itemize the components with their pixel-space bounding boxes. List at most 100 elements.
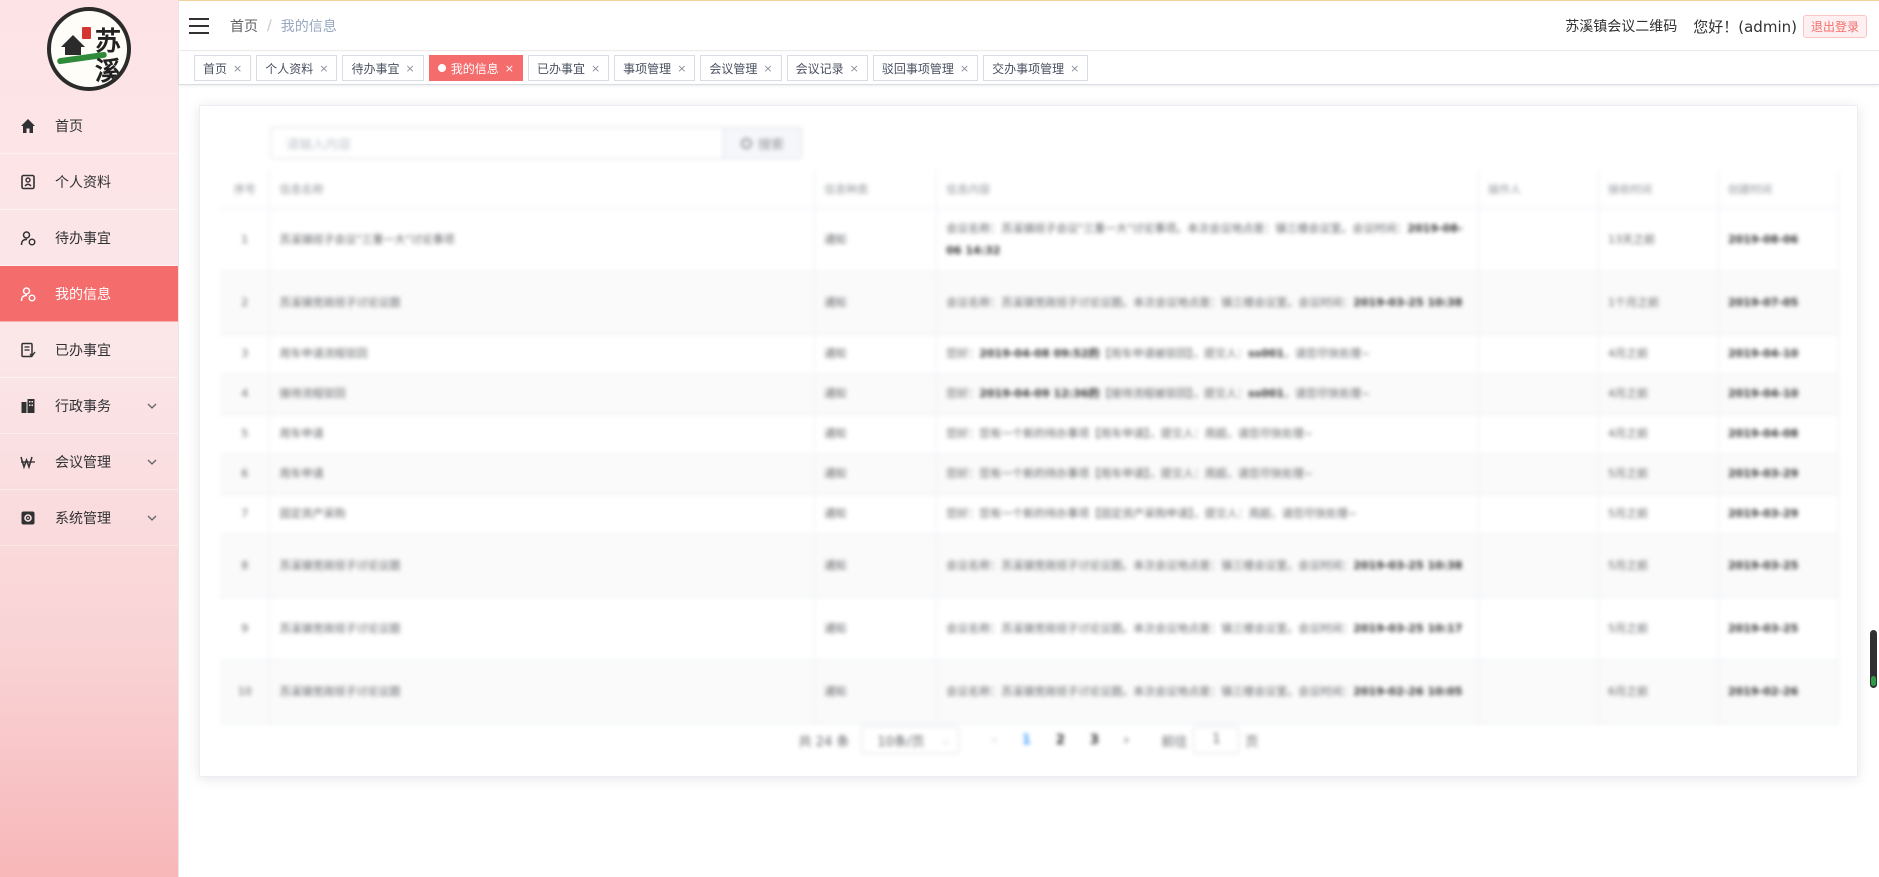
search-input[interactable]: 请输入内容 [270, 127, 724, 159]
next-page-button[interactable]: › [1111, 733, 1141, 748]
sidebar-item-home[interactable]: 首页 [0, 98, 178, 154]
column-header: 信息名称 [269, 170, 816, 209]
page-size-select[interactable]: 10条/页 ⌄ [861, 726, 960, 754]
close-icon[interactable]: × [591, 62, 600, 75]
tag-todo[interactable]: 待办事宜 × [342, 55, 424, 81]
content-text: ，请您尽快处理~ [1284, 347, 1371, 360]
sidebar-item-label: 个人资料 [55, 174, 111, 191]
tag-profile[interactable]: 个人资料 × [256, 55, 338, 81]
sidebar-item-todo[interactable]: 待办事宜 [0, 210, 178, 266]
content-highlight: ss001 [1247, 387, 1285, 400]
table-row[interactable]: 7 固定资产采购 通知 您好：您有一个新的待办事项【固定资产采购申请】，提交人：… [220, 494, 1840, 535]
close-icon[interactable]: × [1070, 62, 1079, 75]
tag-home[interactable]: 首页 × [194, 55, 252, 81]
cell-received: 5月之前 [1598, 494, 1719, 535]
close-icon[interactable]: × [319, 62, 328, 75]
content-text: 您好： [946, 347, 980, 360]
cell-received: 4月之前 [1598, 374, 1719, 415]
close-icon[interactable]: × [763, 62, 772, 75]
page-number[interactable]: 3 [1079, 733, 1109, 748]
cell-created: 2019-02-26 [1718, 660, 1840, 724]
chevron-down-icon [147, 515, 157, 521]
chevron-down-icon [147, 403, 157, 409]
tag-rejected-items[interactable]: 驳回事项管理 × [872, 55, 979, 81]
jump-suffix: 页 [1245, 734, 1259, 750]
cell-created: 2019-03-25 [1718, 597, 1840, 661]
tag-meeting-management[interactable]: 会议管理 × [700, 55, 782, 81]
search-button-label: 搜索 [757, 137, 784, 153]
tag-label: 会议记录 [795, 61, 844, 76]
content-text: 会议名称：苏溪镇党政班子讨论议题。本次会议地点是：镇三楼会议室。会议时间： [946, 295, 1354, 309]
cell-operator [1478, 597, 1600, 661]
tag-label: 事项管理 [623, 61, 672, 76]
hamburger-menu-icon[interactable] [189, 17, 211, 34]
content-highlight: 2019-04-09 12:36的 [979, 387, 1100, 400]
close-icon[interactable]: × [233, 62, 242, 75]
sidebar-item-my-messages[interactable]: 我的信息 [0, 266, 178, 322]
cell-content: 会议名称：苏溪镇党政班子讨论议题。本次会议地点是：镇三楼会议室。会议时间：201… [936, 660, 1480, 724]
cell-operator [1478, 374, 1600, 415]
search-bar: 请输入内容 搜索 [270, 127, 802, 159]
sidebar-item-meeting-management[interactable]: 会议管理 [0, 434, 178, 490]
cell-created: 2019-04-08 [1718, 414, 1840, 455]
cell-created: 2019-03-29 [1718, 454, 1840, 495]
cell-content: 您好：您有一个新的待办事项【固定资产采购申请】，提交人：周超，请您尽快处理~ [936, 494, 1480, 535]
logout-button[interactable]: 退出登录 [1802, 14, 1867, 38]
breadcrumb-separator: / [267, 17, 272, 34]
cell-name: 苏溪镇党政班子讨论议题 [269, 660, 816, 724]
tag-label: 交办事项管理 [992, 61, 1065, 76]
created-date: 2019-03-29 [1727, 467, 1799, 480]
table-row[interactable]: 4 接待流程驳回 通知 您好：2019-04-09 12:36的【接待流程被驳回… [220, 374, 1840, 415]
breadcrumb-current: 我的信息 [280, 18, 337, 35]
table-row[interactable]: 2 苏溪镇党政班子讨论议题 通知 会议名称：苏溪镇党政班子讨论议题。本次会议地点… [220, 271, 1840, 335]
meeting-qr-code-link[interactable]: 苏溪镇会议二维码 [1565, 16, 1677, 36]
table-row[interactable]: 8 苏溪镇党政班子讨论议题 通知 会议名称：苏溪镇党政班子讨论议题。本次会议地点… [220, 534, 1840, 598]
search-button[interactable]: 搜索 [724, 127, 802, 159]
content-highlight: 2019-03-25 10:17 [1353, 621, 1463, 635]
cell-name: 用车申请流程驳回 [269, 334, 816, 375]
close-icon[interactable]: × [677, 62, 686, 75]
created-date: 2019-03-25 [1727, 558, 1799, 572]
cell-created: 2019-08-06 [1718, 208, 1840, 272]
table-row[interactable]: 1 苏溪镇班子会议"三重一大"讨论事项 通知 会议名称：苏溪镇班子会议"三重一大… [220, 208, 1840, 272]
close-icon[interactable]: × [505, 62, 514, 75]
jump-page-input[interactable]: 1 [1193, 726, 1240, 754]
close-icon[interactable]: × [960, 62, 969, 75]
settings-box-icon [19, 509, 37, 527]
cell-type: 通知 [814, 271, 938, 335]
table-row[interactable]: 9 苏溪镇党政班子讨论议题 通知 会议名称：苏溪镇党政班子讨论议题。本次会议地点… [220, 597, 1840, 661]
table-row[interactable]: 3 用车申请流程驳回 通知 您好：2019-04-08 09:52的【用车申请被… [220, 334, 1840, 375]
todo-user-icon [19, 229, 37, 247]
messages-table: 序号 信息名称 信息种类 信息内容 操作人 接收时间 创建时间 1 苏溪镇班子会… [220, 170, 1840, 724]
table-row[interactable]: 6 用车申请 通知 您好：您有一个新的待办事项【用车申请】，提交人：周超，请您尽… [220, 454, 1840, 495]
scrollbar-indicator [1871, 676, 1876, 686]
tag-assigned-items[interactable]: 交办事项管理 × [983, 55, 1089, 81]
cell-content: 您好：您有一个新的待办事项【用车申请】，提交人：周超，请您尽快处理~ [936, 454, 1480, 495]
close-icon[interactable]: × [405, 62, 414, 75]
prev-page-button[interactable]: ‹ [979, 733, 1009, 748]
sidebar-item-system-management[interactable]: 系统管理 [0, 490, 178, 546]
tag-label: 首页 [203, 61, 228, 76]
created-date: 2019-04-08 [1727, 427, 1799, 440]
cell-received: 5月之前 [1598, 534, 1719, 598]
page-number[interactable]: 1 [1011, 733, 1041, 748]
page-number[interactable]: 2 [1045, 733, 1075, 748]
sidebar-item-done[interactable]: 已办事宜 [0, 322, 178, 378]
tag-my-messages[interactable]: 我的信息 × [428, 55, 523, 81]
sidebar-item-label: 我的信息 [55, 286, 111, 303]
close-icon[interactable]: × [850, 62, 859, 75]
tag-item-management[interactable]: 事项管理 × [614, 55, 696, 81]
cell-operator [1478, 271, 1600, 335]
sx-logo[interactable]: 苏 溪 [47, 7, 131, 91]
table-row[interactable]: 5 用车申请 通知 您好：您有一个新的待办事项【用车申请】，提交人：周超，请您尽… [220, 414, 1840, 455]
message-list-card: 请输入内容 搜索 序号 信息名称 信息种类 信息内容 操作人 接收时间 创建时间 [199, 105, 1858, 777]
table-row[interactable]: 10 苏溪镇党政班子讨论议题 通知 会议名称：苏溪镇党政班子讨论议题。本次会议地… [220, 660, 1840, 724]
sidebar-item-admin-affairs[interactable]: 行政事务 [0, 378, 178, 434]
sidebar-item-profile[interactable]: 个人资料 [0, 154, 178, 210]
active-dot-icon [437, 64, 446, 72]
column-header: 接收时间 [1598, 170, 1719, 209]
breadcrumb-home[interactable]: 首页 [230, 16, 258, 36]
cell-name: 苏溪镇党政班子讨论议题 [269, 534, 816, 598]
tag-done[interactable]: 已办事宜 × [527, 55, 610, 81]
tag-meeting-records[interactable]: 会议记录 × [786, 55, 868, 81]
